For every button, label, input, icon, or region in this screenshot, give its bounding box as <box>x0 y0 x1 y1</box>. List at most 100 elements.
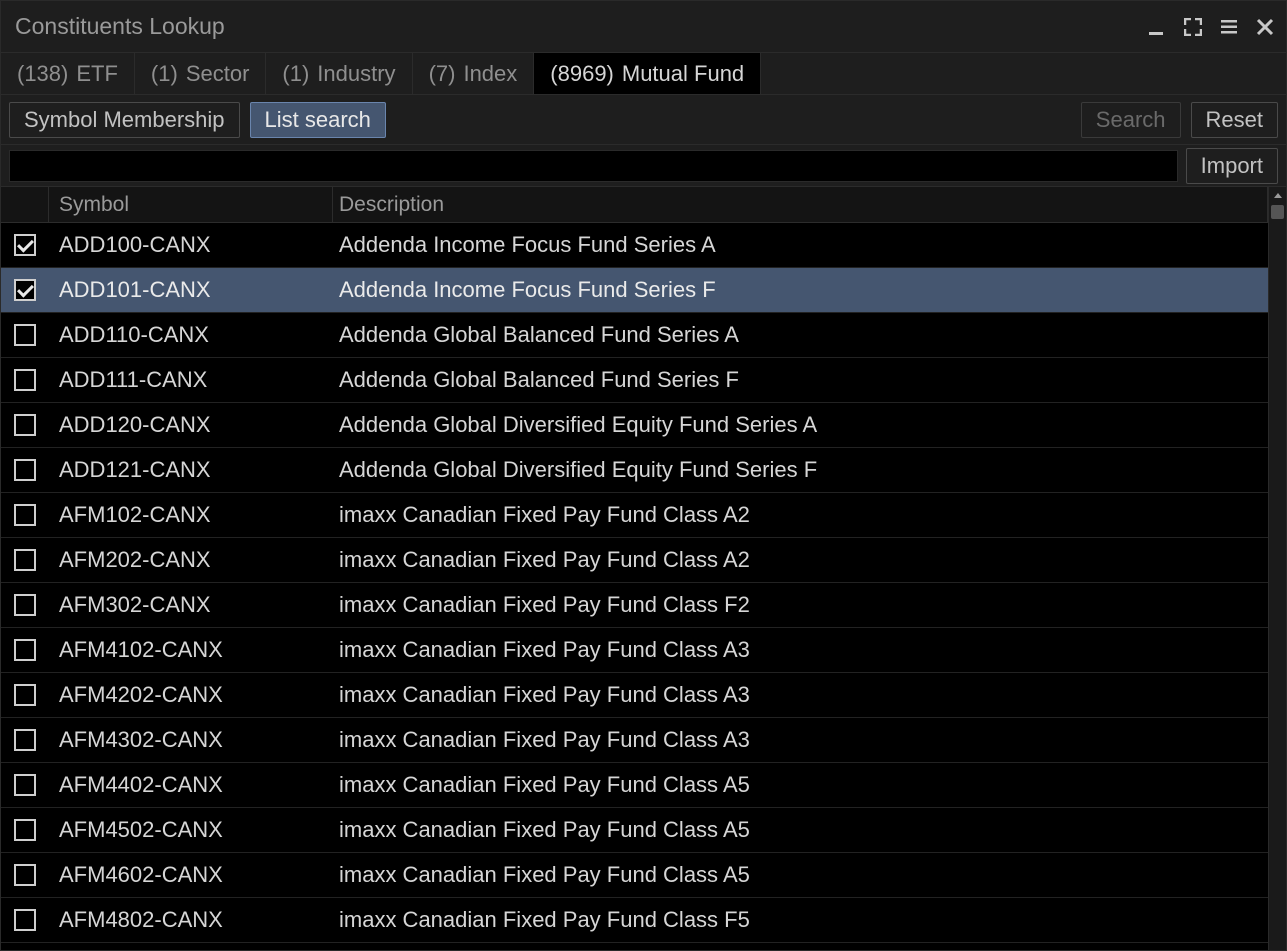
search-button[interactable]: Search <box>1081 102 1181 138</box>
table-row[interactable]: ADD110-CANXAddenda Global Balanced Fund … <box>1 313 1268 358</box>
symbol-cell: AFM4202-CANX <box>49 682 333 708</box>
table-row[interactable]: ADD101-CANXAddenda Income Focus Fund Ser… <box>1 268 1268 313</box>
table-row[interactable]: ADD111-CANXAddenda Global Balanced Fund … <box>1 358 1268 403</box>
symbol-cell: AFM202-CANX <box>49 547 333 573</box>
tab-label: Index <box>463 61 517 87</box>
checkbox-cell <box>1 819 49 841</box>
close-icon[interactable] <box>1254 16 1276 38</box>
checkbox-column-header <box>1 187 49 222</box>
toolbar: Symbol Membership List search Search Res… <box>1 95 1286 145</box>
tab-industry[interactable]: (1) Industry <box>266 53 412 94</box>
scroll-thumb[interactable] <box>1271 205 1284 219</box>
constituents-lookup-window: Constituents Lookup <box>0 0 1287 951</box>
description-cell: imaxx Canadian Fixed Pay Fund Class F5 <box>333 907 1268 933</box>
table-row[interactable]: AFM4802-CANXimaxx Canadian Fixed Pay Fun… <box>1 898 1268 943</box>
symbol-cell: AFM302-CANX <box>49 592 333 618</box>
symbol-cell: AFM4102-CANX <box>49 637 333 663</box>
row-checkbox[interactable] <box>14 324 36 346</box>
row-checkbox[interactable] <box>14 504 36 526</box>
symbol-cell: ADD111-CANX <box>49 367 333 393</box>
checkbox-cell <box>1 549 49 571</box>
tab-sector[interactable]: (1) Sector <box>135 53 266 94</box>
checkbox-cell <box>1 279 49 301</box>
row-checkbox[interactable] <box>14 819 36 841</box>
description-cell: Addenda Global Balanced Fund Series F <box>333 367 1268 393</box>
scroll-up-icon[interactable] <box>1269 187 1286 205</box>
row-checkbox[interactable] <box>14 414 36 436</box>
tab-index[interactable]: (7)Index <box>413 53 535 94</box>
symbol-cell: AFM102-CANX <box>49 502 333 528</box>
table-row[interactable]: AFM4602-CANXimaxx Canadian Fixed Pay Fun… <box>1 853 1268 898</box>
table-row[interactable]: AFM302-CANXimaxx Canadian Fixed Pay Fund… <box>1 583 1268 628</box>
row-checkbox[interactable] <box>14 729 36 751</box>
symbol-cell: ADD100-CANX <box>49 232 333 258</box>
description-column-header[interactable]: Description <box>333 187 1268 222</box>
row-checkbox[interactable] <box>14 549 36 571</box>
row-checkbox[interactable] <box>14 909 36 931</box>
symbol-column-header[interactable]: Symbol <box>49 187 333 222</box>
symbol-membership-button[interactable]: Symbol Membership <box>9 102 240 138</box>
symbol-cell: AFM4602-CANX <box>49 862 333 888</box>
tab-label: Industry <box>317 61 395 87</box>
tab-label: Mutual Fund <box>622 61 744 87</box>
table-row[interactable]: AFM4502-CANXimaxx Canadian Fixed Pay Fun… <box>1 808 1268 853</box>
description-cell: imaxx Canadian Fixed Pay Fund Class A3 <box>333 727 1268 753</box>
tab-count: (1) <box>282 61 309 87</box>
minimize-icon[interactable] <box>1146 16 1168 38</box>
table-row[interactable]: AFM4302-CANXimaxx Canadian Fixed Pay Fun… <box>1 718 1268 763</box>
list-search-button[interactable]: List search <box>250 102 386 138</box>
row-checkbox[interactable] <box>14 684 36 706</box>
description-cell: Addenda Global Diversified Equity Fund S… <box>333 412 1268 438</box>
checkbox-cell <box>1 684 49 706</box>
table-row[interactable]: AFM4402-CANXimaxx Canadian Fixed Pay Fun… <box>1 763 1268 808</box>
table-row[interactable]: ADD120-CANXAddenda Global Diversified Eq… <box>1 403 1268 448</box>
tab-count: (1) <box>151 61 178 87</box>
checkbox-cell <box>1 234 49 256</box>
window-controls <box>1146 16 1276 38</box>
row-checkbox[interactable] <box>14 234 36 256</box>
table-row[interactable]: AFM202-CANXimaxx Canadian Fixed Pay Fund… <box>1 538 1268 583</box>
vertical-scrollbar[interactable] <box>1268 187 1286 950</box>
import-button[interactable]: Import <box>1186 148 1278 184</box>
table-row[interactable]: ADD100-CANXAddenda Income Focus Fund Ser… <box>1 223 1268 268</box>
input-row: Import <box>1 145 1286 187</box>
row-checkbox[interactable] <box>14 369 36 391</box>
symbol-cell: AFM4802-CANX <box>49 907 333 933</box>
symbol-cell: ADD101-CANX <box>49 277 333 303</box>
description-cell: imaxx Canadian Fixed Pay Fund Class A5 <box>333 772 1268 798</box>
tab-mutual-fund[interactable]: (8969) Mutual Fund <box>534 53 761 94</box>
table-body: ADD100-CANXAddenda Income Focus Fund Ser… <box>1 223 1268 950</box>
tab-label: Sector <box>186 61 250 87</box>
description-cell: imaxx Canadian Fixed Pay Fund Class A2 <box>333 502 1268 528</box>
checkbox-cell <box>1 729 49 751</box>
search-input[interactable] <box>9 150 1178 182</box>
table-row[interactable]: AFM102-CANXimaxx Canadian Fixed Pay Fund… <box>1 493 1268 538</box>
tab-etf[interactable]: (138)ETF <box>1 53 135 94</box>
row-checkbox[interactable] <box>14 864 36 886</box>
tab-count: (8969) <box>550 61 614 87</box>
symbol-cell: AFM4302-CANX <box>49 727 333 753</box>
checkbox-cell <box>1 459 49 481</box>
row-checkbox[interactable] <box>14 459 36 481</box>
titlebar: Constituents Lookup <box>1 1 1286 53</box>
table-row[interactable]: AFM4202-CANXimaxx Canadian Fixed Pay Fun… <box>1 673 1268 718</box>
table-row[interactable]: AFM4102-CANXimaxx Canadian Fixed Pay Fun… <box>1 628 1268 673</box>
checkbox-cell <box>1 369 49 391</box>
description-cell: imaxx Canadian Fixed Pay Fund Class F2 <box>333 592 1268 618</box>
maximize-icon[interactable] <box>1182 16 1204 38</box>
tab-label: ETF <box>76 61 118 87</box>
symbol-cell: AFM4402-CANX <box>49 772 333 798</box>
description-cell: Addenda Global Balanced Fund Series A <box>333 322 1268 348</box>
row-checkbox[interactable] <box>14 594 36 616</box>
description-cell: Addenda Global Diversified Equity Fund S… <box>333 457 1268 483</box>
checkbox-cell <box>1 414 49 436</box>
results-table: Symbol Description ADD100-CANXAddenda In… <box>1 187 1286 950</box>
row-checkbox[interactable] <box>14 279 36 301</box>
row-checkbox[interactable] <box>14 639 36 661</box>
menu-icon[interactable] <box>1218 16 1240 38</box>
symbol-cell: ADD120-CANX <box>49 412 333 438</box>
table-row[interactable]: ADD121-CANXAddenda Global Diversified Eq… <box>1 448 1268 493</box>
reset-button[interactable]: Reset <box>1191 102 1278 138</box>
description-cell: imaxx Canadian Fixed Pay Fund Class A2 <box>333 547 1268 573</box>
row-checkbox[interactable] <box>14 774 36 796</box>
